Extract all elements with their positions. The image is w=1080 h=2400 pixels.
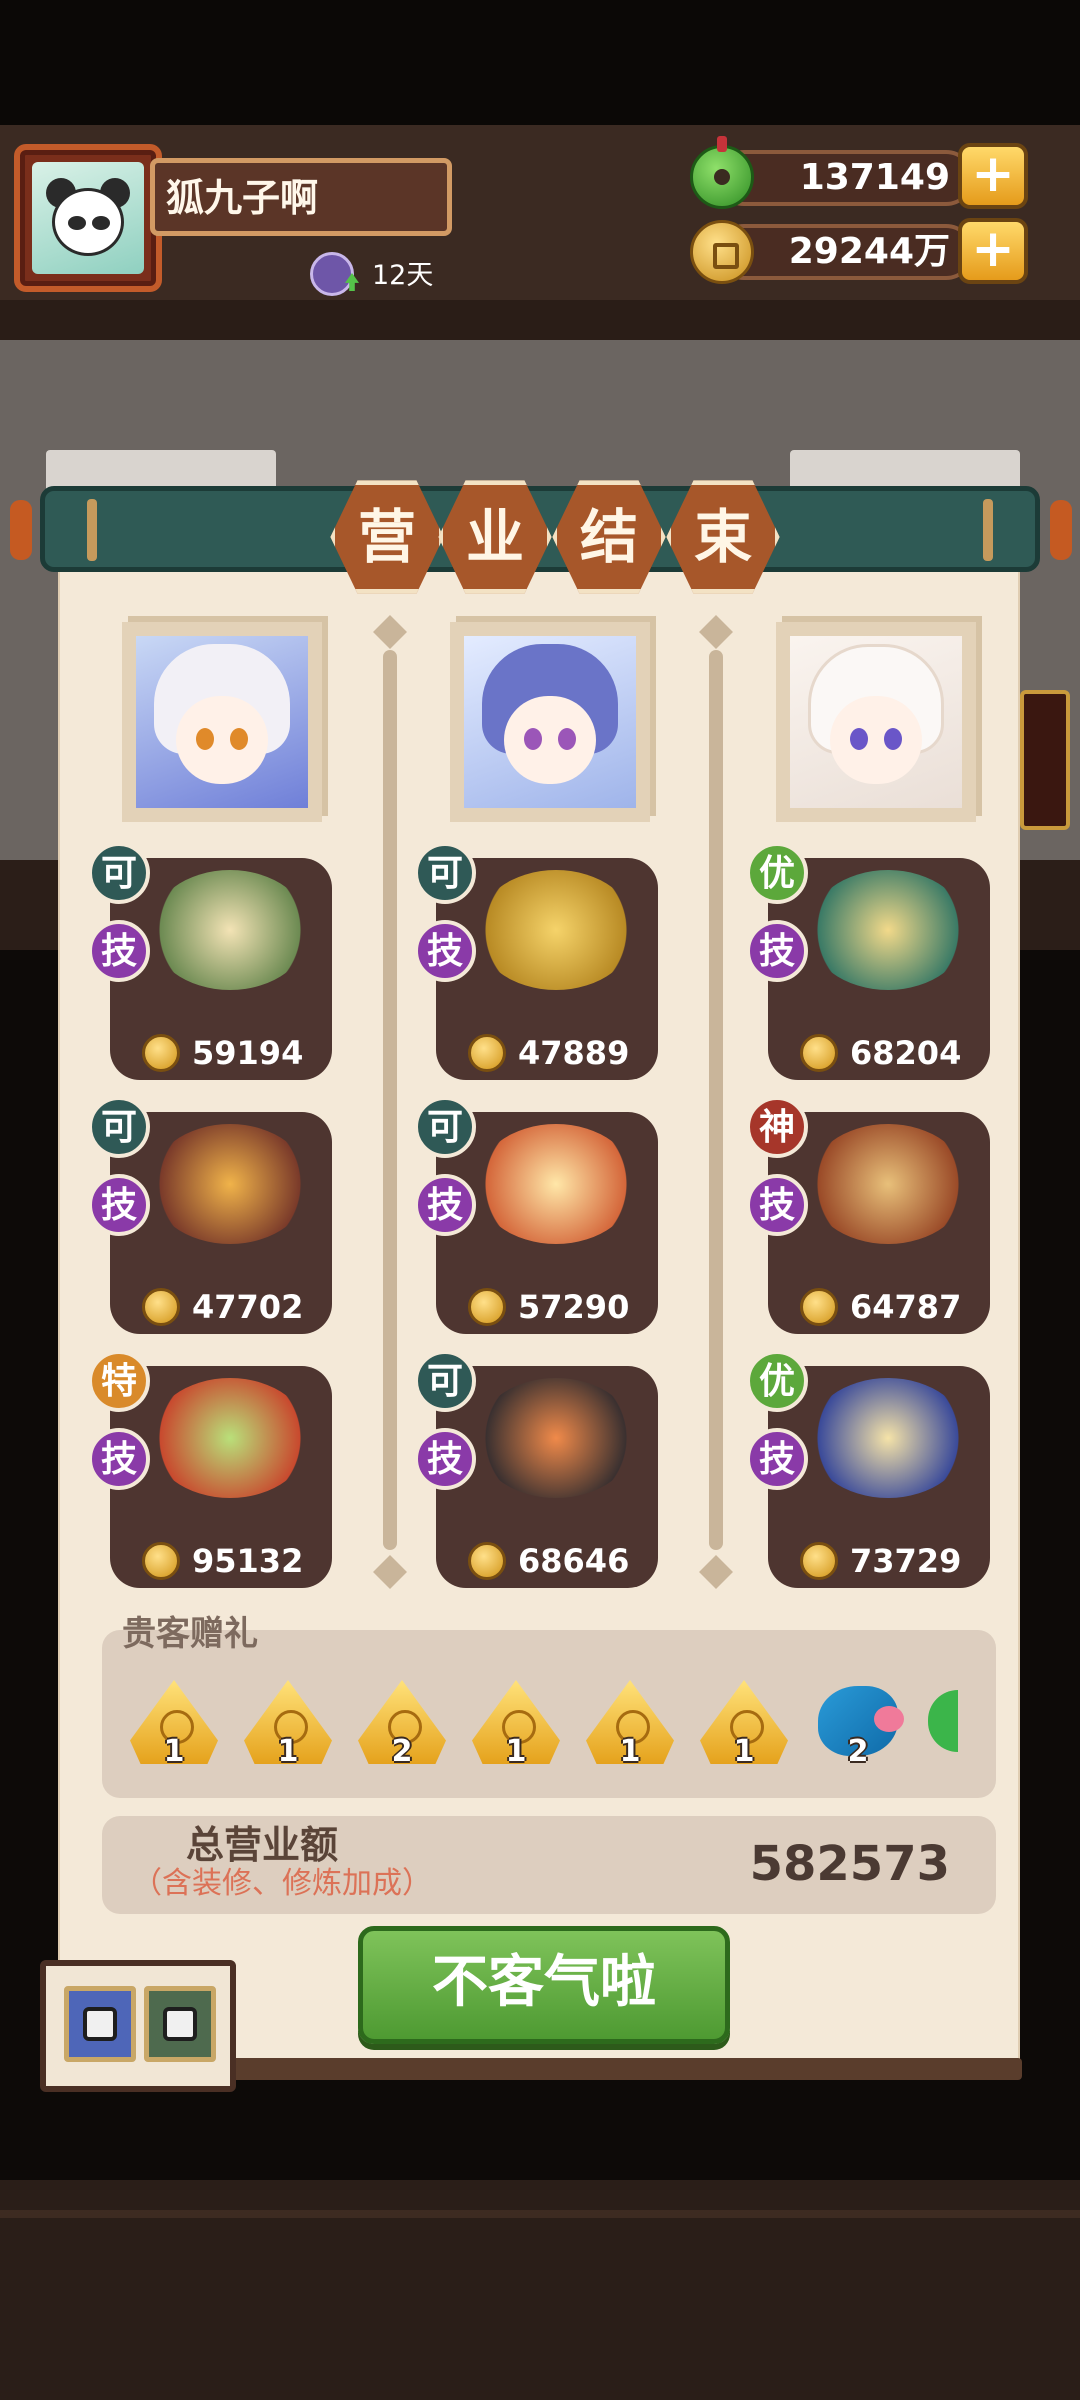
days-count: 12天 [372,260,434,291]
dish-image-icon [150,870,310,990]
ceiling-beam [0,300,1080,340]
white-hood-girl-portrait-icon [790,636,962,808]
dish-earnings: 57290 [518,1288,630,1326]
gift-count: 1 [505,1734,527,1769]
dish-image-icon [808,870,968,990]
customer-portrait-2[interactable] [450,622,650,822]
dish-skill-badge: 技 [88,920,150,982]
dish-earnings: 64787 [850,1288,962,1326]
coin-icon [800,1034,838,1072]
dish-earnings: 68204 [850,1034,962,1072]
gift-count: 1 [277,1734,299,1769]
dish-grade-badge: 可 [414,842,476,904]
dish-skill-badge: 技 [414,1428,476,1490]
white-hair-boy-portrait-icon [136,636,308,808]
dish-skill-badge: 技 [414,1174,476,1236]
dish-grade-badge: 可 [88,1096,150,1158]
dish-grade-badge: 优 [746,842,808,904]
player-avatar[interactable] [14,144,162,292]
coin-icon [690,220,754,284]
dish-image-icon [808,1124,968,1244]
dish-skill-badge: 技 [746,1428,808,1490]
dish-skill-badge: 技 [746,1174,808,1236]
dish-image-icon [476,1124,636,1244]
dish-grade-badge: 优 [746,1350,808,1412]
dish-grade-badge: 可 [88,842,150,904]
gift-count: 1 [163,1734,185,1769]
player-name: 狐九子啊 [166,176,319,220]
green-orb-icon [928,1690,958,1752]
dish-image-icon [808,1378,968,1498]
gift-count: 2 [391,1734,413,1769]
gift-count: 2 [847,1734,869,1769]
gift-item[interactable]: 1 [586,1680,674,1769]
floor-bottom [0,2180,1080,2400]
coin-icon [142,1542,180,1580]
dish-image-icon [476,870,636,990]
gift-item[interactable]: 2 [814,1680,904,1769]
coin-icon [800,1542,838,1580]
jade-icon [690,136,754,209]
add-coins-button[interactable]: + [958,218,1028,284]
companion-level-icon [310,252,354,296]
panda-avatar-icon [32,162,144,274]
dish-skill-badge: 技 [88,1428,150,1490]
column-divider [383,650,397,1550]
blue-hair-girl-portrait-icon [464,636,636,808]
gift-item[interactable]: 1 [700,1680,788,1769]
total-revenue-value: 582573 [749,1836,950,1892]
customer-portrait-1[interactable] [122,622,322,822]
gift-count: 1 [733,1734,755,1769]
dish-earnings: 47702 [192,1288,304,1326]
scroll-end-right [1050,500,1072,560]
top-bar-background [0,0,1080,125]
dish-grade-badge: 可 [414,1096,476,1158]
coin-icon [468,1288,506,1326]
dish-earnings: 73729 [850,1542,962,1580]
total-revenue-note: （含装修、修炼加成） [132,1866,432,1901]
dish-skill-badge: 技 [746,920,808,982]
guest-gifts-title: 贵客赠礼 [122,1614,258,1654]
dish-earnings: 95132 [192,1542,304,1580]
gift-item[interactable]: 2 [358,1680,446,1769]
coin-icon [142,1288,180,1326]
column-divider [709,650,723,1550]
coin-icon [142,1034,180,1072]
confirm-button[interactable]: 不客气啦 [358,1926,730,2044]
dish-earnings: 47889 [518,1034,630,1072]
blue-switch-button[interactable] [64,1986,136,2062]
dish-earnings: 59194 [192,1034,304,1072]
dish-image-icon [150,1378,310,1498]
dish-earnings: 68646 [518,1542,630,1580]
scroll-end-left [10,500,32,560]
gift-count: 1 [619,1734,641,1769]
customer-portrait-3[interactable] [776,622,976,822]
dish-grade-badge: 可 [414,1350,476,1412]
dish-image-icon [150,1124,310,1244]
green-switch-button[interactable] [144,1986,216,2062]
dish-image-icon [476,1378,636,1498]
gift-item[interactable] [928,1680,958,1768]
dish-grade-badge: 神 [746,1096,808,1158]
total-revenue-label: 总营业额 [186,1823,339,1867]
gift-item[interactable]: 1 [244,1680,332,1769]
coin-icon [468,1542,506,1580]
coin-icon [800,1288,838,1326]
dice-icon [163,2007,197,2041]
gift-item[interactable]: 1 [472,1680,560,1769]
dish-skill-badge: 技 [88,1174,150,1236]
add-jade-button[interactable]: + [958,143,1028,209]
menu-tag-icon[interactable] [1020,690,1070,830]
dice-icon [83,2007,117,2041]
coin-icon [468,1034,506,1072]
dish-skill-badge: 技 [414,920,476,982]
dish-grade-badge: 特 [88,1350,150,1412]
gift-item[interactable]: 1 [130,1680,218,1769]
